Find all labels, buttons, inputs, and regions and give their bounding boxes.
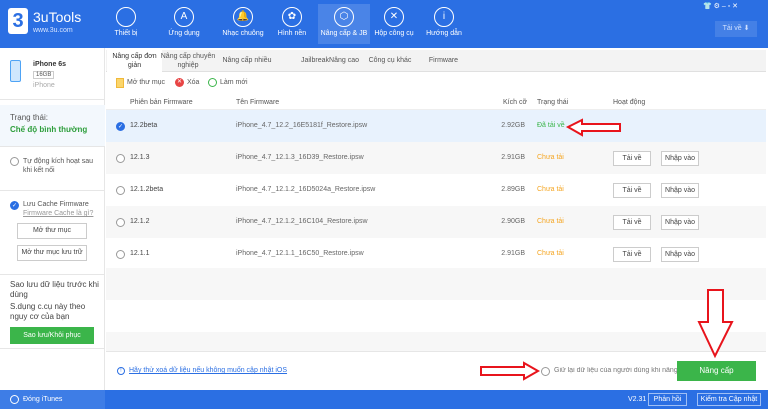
- red-arrow-down-icon: [697, 289, 734, 359]
- check-update-button[interactable]: Kiểm tra Cập nhật: [697, 393, 761, 406]
- close-itunes-button[interactable]: Đóng iTunes: [23, 396, 62, 403]
- status-bar: Đóng iTunes V2.31 Phản hồi Kiểm tra Cập …: [0, 390, 768, 409]
- feedback-button[interactable]: Phản hồi: [648, 393, 687, 406]
- red-arrow-right-icon: [480, 361, 541, 381]
- version-label: V2.31: [628, 396, 647, 403]
- red-arrow-left-icon: [565, 118, 621, 137]
- annotation-arrows: [480, 118, 734, 381]
- itunes-circle-icon: [10, 395, 19, 404]
